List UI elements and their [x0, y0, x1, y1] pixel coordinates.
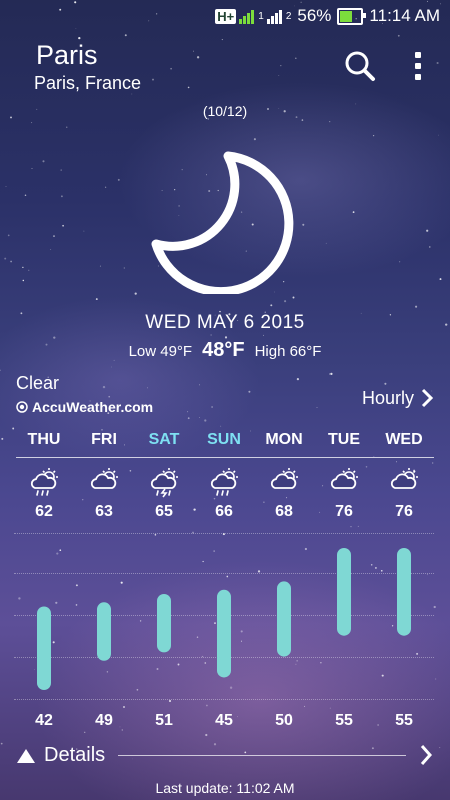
low-temp: Low 49°F	[128, 343, 193, 360]
more-vert-icon[interactable]	[410, 52, 426, 80]
condition-text: Clear	[16, 373, 60, 393]
moon-icon	[151, 151, 294, 294]
triangle-up-icon	[17, 748, 35, 763]
hourly-label: Hourly	[361, 387, 414, 408]
cloud-sun-rain-icon	[30, 468, 58, 496]
forecast-high: 76	[395, 503, 413, 520]
city-location: Paris, France	[34, 73, 142, 93]
details-toggle[interactable]: Details	[16, 744, 105, 767]
forecast-high: 62	[35, 503, 53, 520]
accuweather-logo-icon	[16, 401, 28, 413]
details-label: Details	[44, 744, 106, 766]
signal-sim2-icon	[266, 10, 282, 24]
cloud-sun-icon	[330, 468, 358, 489]
current-temp: 48°F	[202, 339, 245, 361]
forecast-day-sat[interactable]: SAT	[134, 431, 194, 449]
forecast-days: THU FRI SAT SUN MON TUE WED	[14, 431, 434, 449]
temp-range-bar-sat	[157, 593, 171, 653]
search-icon[interactable]	[344, 50, 376, 82]
forecast-low: 51	[155, 712, 173, 729]
chevron-right-icon	[421, 388, 434, 408]
forecast-day-tue[interactable]: TUE	[314, 431, 374, 449]
status-bar: H+ 1 2 56% 11:14 AM	[0, 0, 450, 32]
forecast-high: 63	[95, 503, 113, 520]
temp-range-bar-sun	[217, 589, 231, 678]
temp-range-bar-thu	[37, 606, 51, 690]
battery-icon	[337, 7, 367, 25]
high-temp: High 66°F	[254, 343, 322, 360]
last-update: Last update: 11:02 AM	[155, 780, 295, 796]
forecast-day-thu[interactable]: THU	[14, 431, 74, 449]
city-name: Paris	[36, 40, 98, 70]
forecast-low: 55	[335, 712, 353, 729]
clock: 11:14 AM	[369, 6, 440, 25]
forecast-low: 42	[35, 712, 53, 729]
forecast-day-mon[interactable]: MON	[254, 431, 314, 449]
cloud-sun-thunder-icon	[150, 468, 178, 498]
temp-range-bar-fri	[97, 602, 111, 661]
chevron-right-icon[interactable]	[418, 743, 434, 767]
forecast-low: 49	[95, 712, 113, 729]
details-divider	[118, 755, 406, 756]
temperature-range-chart	[37, 548, 411, 690]
forecast-high: 68	[275, 503, 293, 520]
cloud-sun-icon	[90, 468, 118, 489]
forecast-day-wed[interactable]: WED	[374, 431, 434, 449]
forecast-highs: 62 63 65 66 68 76 76	[14, 503, 434, 521]
forecast-day-sun[interactable]: SUN	[194, 431, 254, 449]
network-type-indicator: H+	[215, 8, 237, 24]
cloud-sun-icon	[390, 468, 418, 489]
cloud-sun-rain-icon	[210, 468, 238, 496]
grid-line	[14, 533, 434, 534]
sim2-label: 2	[285, 10, 292, 22]
forecast-low: 50	[275, 712, 293, 729]
forecast-icons	[14, 466, 434, 498]
hourly-button[interactable]: Hourly	[362, 387, 434, 409]
forecast-high: 66	[215, 503, 233, 520]
forecast-day-fri[interactable]: FRI	[74, 431, 134, 449]
temp-range-bar-mon	[277, 581, 291, 657]
page-indicator: (10/12)	[202, 103, 248, 119]
forecast-low: 55	[395, 712, 413, 729]
battery-percent: 56%	[297, 6, 332, 25]
forecast-low: 45	[215, 712, 233, 729]
forecast-lows: 42 49 51 45 50 55 55	[14, 712, 434, 730]
forecast-high: 65	[155, 503, 173, 520]
grid-line	[14, 699, 434, 700]
current-temps: Low 49°F 48°F High 66°F	[0, 339, 450, 362]
temp-range-bar-wed	[397, 548, 411, 636]
provider-link[interactable]: AccuWeather.com	[16, 399, 153, 415]
current-date: WED MAY 6 2015	[145, 312, 305, 333]
forecast-divider	[16, 457, 434, 458]
provider-name: AccuWeather.com	[32, 399, 154, 415]
signal-sim1-icon	[239, 10, 255, 24]
cloud-sun-icon	[270, 468, 298, 489]
temp-range-bar-tue	[337, 548, 351, 636]
sim1-label: 1	[258, 10, 264, 22]
forecast-high: 76	[335, 503, 353, 520]
